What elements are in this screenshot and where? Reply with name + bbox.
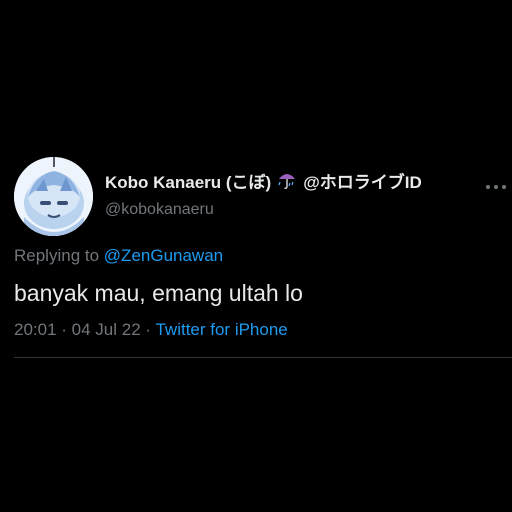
more-options-icon[interactable]: [485, 177, 507, 189]
tweet-metadata: 20:01 · 04 Jul 22 · Twitter for iPhone: [14, 320, 288, 340]
umbrella-with-rain-icon: [277, 170, 297, 190]
name-suffix[interactable]: @ホロライブID: [303, 168, 422, 193]
replying-to: Replying to @ZenGunawan: [14, 246, 223, 266]
name-row[interactable]: Kobo Kanaeru (こぼ) @ホロライブID: [105, 168, 422, 192]
tweet-text: banyak mau, emang ultah lo: [14, 280, 303, 306]
divider: [14, 357, 512, 358]
user-handle[interactable]: @kobokanaeru: [105, 201, 214, 219]
replying-prefix: Replying to: [14, 246, 100, 265]
tweet-date[interactable]: 04 Jul 22: [72, 320, 141, 339]
display-name[interactable]: Kobo Kanaeru (こぼ): [105, 168, 271, 193]
reply-mention-link[interactable]: @ZenGunawan: [104, 246, 223, 265]
avatar[interactable]: [14, 157, 93, 236]
avatar-image: [14, 157, 93, 236]
meta-separator: ·: [56, 320, 72, 339]
tweet-source-link[interactable]: Twitter for iPhone: [155, 320, 287, 339]
tweet-time[interactable]: 20:01: [14, 320, 57, 339]
meta-separator: ·: [140, 320, 156, 339]
tweet-screenshot: Kobo Kanaeru (こぼ) @ホロライブID @kobokanaeru …: [0, 0, 512, 512]
